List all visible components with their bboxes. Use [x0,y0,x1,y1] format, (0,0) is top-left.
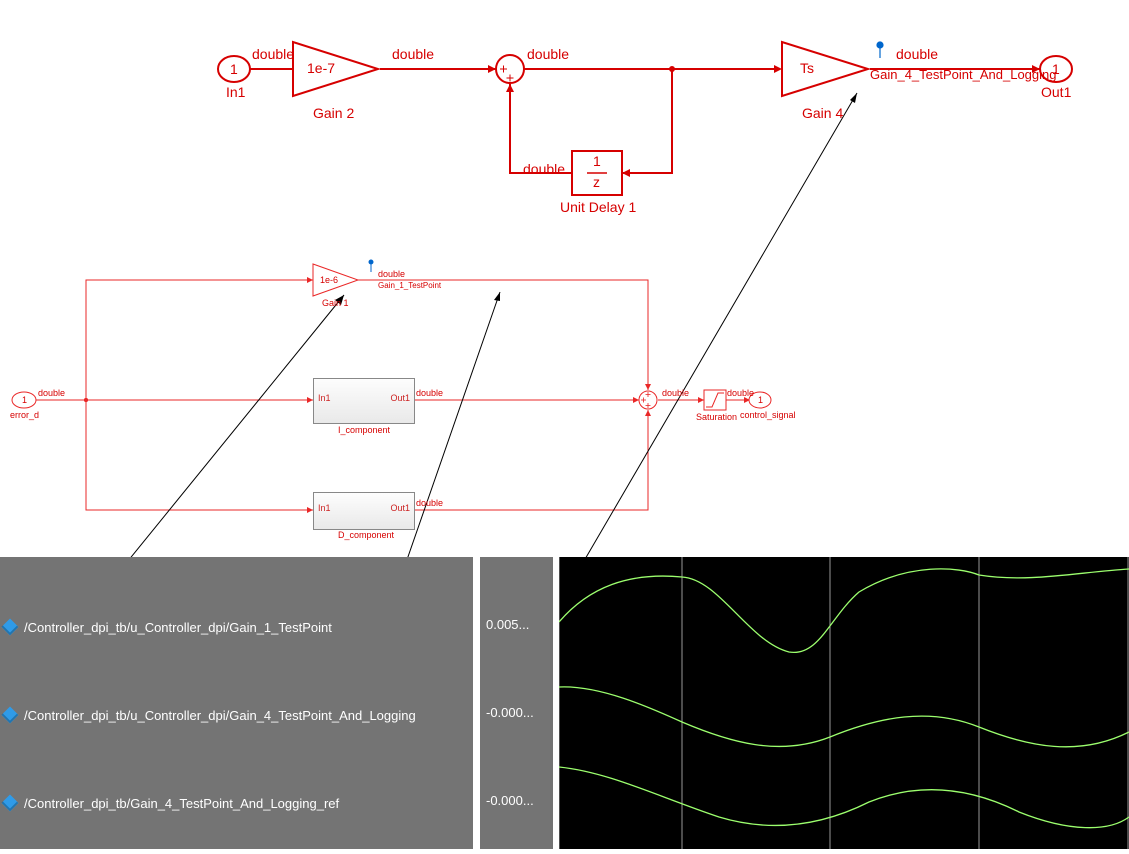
sat-dtype: double [727,388,754,398]
testpoint-icon-small [369,260,373,272]
gain4-out-dtype: double [896,46,938,62]
signal-icon [2,795,19,812]
i-component-block[interactable]: In1 Out1 [313,378,415,424]
gain2-out-dtype: double [392,46,434,62]
gain1-label: 1e-6 [320,275,338,285]
in1-num: 1 [230,61,238,77]
signal-list[interactable]: /Controller_dpi_tb/u_Controller_dpi/Gain… [0,557,473,849]
cs-name: control_signal [740,410,796,420]
gain4-sig-name: Gain_4_TestPoint_And_Logging [870,67,1056,82]
waveform-panel: /Controller_dpi_tb/u_Controller_dpi/Gain… [0,557,1129,849]
in1-name: In1 [226,84,245,100]
gain2-name: Gain 2 [313,105,354,121]
sat-name: Saturation [696,412,737,422]
i-comp-dtype: double [416,388,443,398]
waveform-viewport[interactable] [559,557,1129,849]
gain4-block[interactable] [782,42,868,96]
testpoint-icon [877,42,883,58]
gain4-label: Ts [800,60,814,76]
i-comp-in-label: In1 [318,393,331,403]
d-comp-name: D_component [338,530,394,540]
i-comp-out-label: Out1 [390,393,410,403]
d-component-block[interactable]: In1 Out1 [313,492,415,530]
out1-num: 1 [1052,61,1060,77]
d-comp-in-label: In1 [318,503,331,513]
errord-dtype: double [38,388,65,398]
out1-name: Out1 [1041,84,1071,100]
sum-out-dtype: double [527,46,569,62]
cs-num: 1 [758,395,763,405]
signal-value: -0.000... [486,793,534,808]
gain2-block[interactable] [293,42,378,96]
errord-num: 1 [22,395,27,405]
gain2-label: 1e-7 [307,60,335,76]
errord-name: error_d [10,410,39,420]
gain4-name: Gain 4 [802,105,843,121]
signal-row[interactable]: /Controller_dpi_tb/u_Controller_dpi/Gain… [0,705,473,725]
d-comp-out-label: Out1 [390,503,410,513]
mid-sum-dtype: double [662,388,689,398]
signal-value: 0.005... [486,617,529,632]
unit-delay-dtype: double [523,161,565,177]
signal-icon [2,707,19,724]
mid-sum-block[interactable] [639,391,657,409]
d-comp-dtype: double [416,498,443,508]
value-column: 0.005... -0.000... -0.000... [480,557,553,849]
signal-row[interactable]: /Controller_dpi_tb/Gain_4_TestPoint_And_… [0,793,473,813]
i-comp-name: I_component [338,425,390,435]
gain1-name: Gain 1 [322,298,349,308]
unit-delay-name: Unit Delay 1 [560,199,636,215]
signal-row[interactable]: /Controller_dpi_tb/u_Controller_dpi/Gain… [0,617,473,637]
top-diagram-canvas [0,0,1129,560]
gain1-out-dtype: double [378,269,405,279]
signal-value: -0.000... [486,705,534,720]
signal-path: /Controller_dpi_tb/u_Controller_dpi/Gain… [24,708,416,723]
in1-dtype: double [252,46,294,62]
gain1-sig-name: Gain_1_TestPoint [378,281,441,290]
unit-delay-top: 1 [593,153,601,169]
sum-block[interactable] [496,55,524,83]
signal-path: /Controller_dpi_tb/u_Controller_dpi/Gain… [24,620,332,635]
saturation-block[interactable] [704,390,726,410]
unit-delay-bot: z [593,174,600,190]
signal-icon [2,619,19,636]
signal-path: /Controller_dpi_tb/Gain_4_TestPoint_And_… [24,796,339,811]
